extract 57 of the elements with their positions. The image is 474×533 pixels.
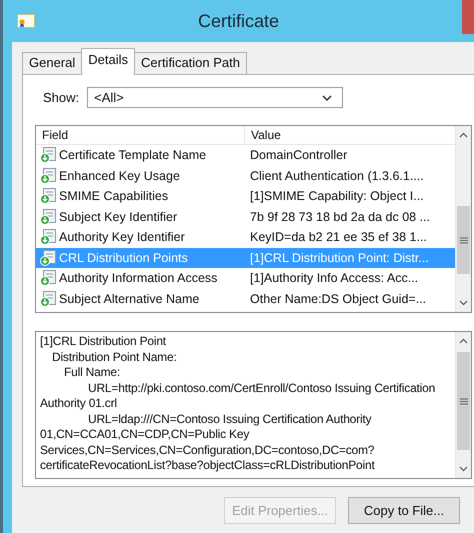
chevron-down-icon [459, 300, 468, 306]
field-name: CRL Distribution Points [59, 250, 188, 265]
field-value: Other Name:DS Object Guid=... [250, 292, 426, 306]
field-value: Client Authentication (1.3.6.1.... [250, 168, 424, 183]
field-value: KeyID=da b2 21 ee 35 ef 38 1... [250, 230, 427, 244]
field-name: Subject Key Identifier [59, 210, 178, 224]
chevron-down-icon [459, 466, 468, 472]
scrollbar[interactable] [455, 126, 471, 312]
certificate-icon [17, 14, 35, 28]
column-header[interactable]: Value [245, 126, 455, 144]
show-dropdown[interactable]: <All> [87, 87, 344, 108]
field-name: Authority Key Identifier [59, 230, 185, 244]
close-button[interactable] [462, 0, 474, 34]
field-value: [1]CRL Distribution Point: Distr... [250, 250, 429, 265]
column-header[interactable]: Field [36, 126, 245, 144]
field-row[interactable]: Authority Information Access [1]Authority Info Access: Acc... [36, 268, 455, 288]
field-value: [1]SMIME Capability: Object I... [250, 189, 424, 204]
field-name: Certificate Template Name [59, 148, 206, 162]
scrollbar[interactable] [455, 332, 471, 478]
dialog-button[interactable]: Copy to File... [348, 496, 460, 524]
field-name: Authority Information Access [59, 271, 218, 286]
field-value: 7b 9f 28 73 18 bd 2a da dc 08 ... [250, 210, 430, 224]
show-label: Show: [43, 90, 80, 105]
field-icon [40, 250, 56, 266]
field-row[interactable]: Enhanced Key Usage Client Authentication (1.3.6.1.... [36, 166, 455, 186]
detail-line: [1]CRL Distribution Point [40, 334, 167, 350]
detail-line: Full Name: [63, 365, 122, 380]
field-row[interactable]: Authority Key Identifier KeyID=da b2 21 ee 35 ef 38 1... [36, 227, 455, 248]
field-row[interactable]: Certificate Template Name DomainController [36, 145, 455, 166]
field-icon [40, 147, 56, 164]
field-name: Enhanced Key Usage [59, 168, 180, 183]
chevron-up-icon [459, 338, 468, 344]
field-icon [40, 270, 56, 286]
chevron-down-icon [322, 94, 332, 100]
tab[interactable]: Details [81, 48, 135, 75]
detail-line: URL=ldap:///CN=Contoso Issuing Certification Authority 01,CN=CCA01,CN=CDP,CN=Public Key Services,CN=Services,CN=Configuration,DC=contoso,DC=com?certificateRevocationList?base?objectClass=cRLDistributionPoint [40, 412, 376, 474]
field-icon [40, 188, 56, 204]
field-row[interactable]: SMIME Capabilities [1]SMIME Capability: Object I... [36, 186, 455, 206]
field-icon [40, 290, 56, 307]
tab[interactable]: General [22, 52, 82, 74]
chevron-up-icon [459, 132, 468, 138]
field-row[interactable]: Subject Key Identifier 7b 9f 28 73 18 bd 2a da dc 08 ... [36, 206, 455, 227]
field-icon [40, 208, 56, 225]
field-value: [1]Authority Info Access: Acc... [250, 271, 418, 286]
tab[interactable]: Certification Path [134, 52, 247, 74]
detail-line: Distribution Point Name: [51, 350, 178, 365]
grip-icon [460, 398, 468, 404]
field-name: Subject Alternative Name [59, 292, 200, 306]
field-row[interactable]: Subject Alternative Name Other Name:DS Object Guid=... [36, 288, 455, 309]
field-icon [40, 168, 56, 184]
field-value: DomainController [250, 148, 348, 162]
detail-line: URL=http://pki.contoso.com/CertEnroll/Contoso Issuing Certification Authority 01.crl [40, 380, 436, 412]
grip-icon [460, 236, 468, 244]
field-name: SMIME Capabilities [59, 189, 168, 204]
field-icon [40, 229, 56, 246]
window-title: Certificate [196, 11, 280, 32]
details-text-box[interactable] [35, 331, 472, 479]
